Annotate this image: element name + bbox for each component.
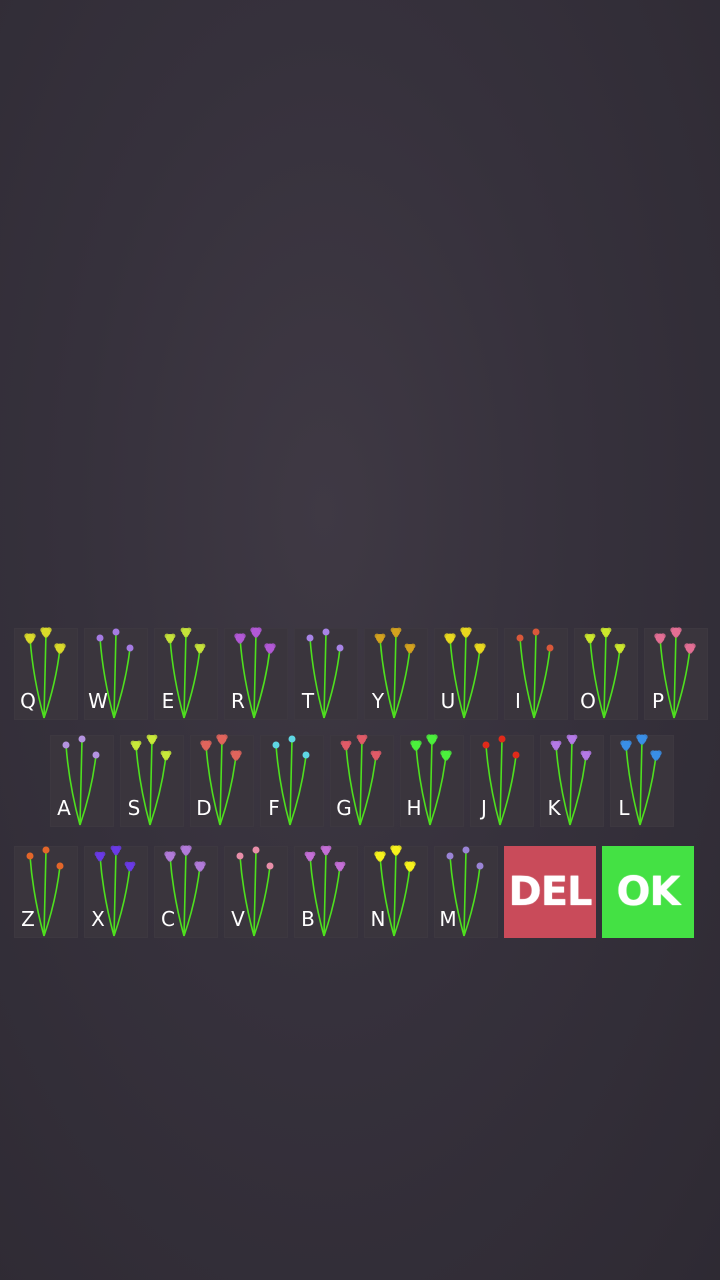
key-letter: F <box>268 796 280 820</box>
key-letter: T <box>301 689 315 713</box>
key-letter: U <box>440 689 456 713</box>
key-c[interactable]: C <box>154 845 218 938</box>
key-letter: I <box>515 689 521 713</box>
key-letter: P <box>651 689 665 713</box>
key-h[interactable]: H <box>400 734 464 827</box>
key-e[interactable]: E <box>154 627 218 720</box>
key-r[interactable]: R <box>224 627 288 720</box>
key-letter: J <box>481 796 487 820</box>
key-m[interactable]: M <box>434 846 498 938</box>
ok-button[interactable]: OK <box>602 846 694 938</box>
key-w[interactable]: W <box>84 628 148 720</box>
key-letter: M <box>439 907 457 931</box>
game-screen: Q W E R T Y U I O P A S D F G H J K L Z X C V B N M DEL OK <box>0 0 720 1280</box>
key-letter: G <box>336 796 352 820</box>
key-letter: D <box>196 796 212 820</box>
key-n[interactable]: N <box>364 845 428 938</box>
key-i[interactable]: I <box>504 628 568 720</box>
key-letter: Z <box>21 907 35 931</box>
key-letter: X <box>91 907 105 931</box>
key-d[interactable]: D <box>190 734 254 827</box>
key-letter: V <box>231 907 245 931</box>
key-letter: N <box>370 907 386 931</box>
key-letter: Q <box>20 689 36 713</box>
key-z[interactable]: Z <box>14 846 78 938</box>
key-j[interactable]: J <box>470 735 534 827</box>
key-v[interactable]: V <box>224 846 288 938</box>
key-x[interactable]: X <box>84 845 148 938</box>
key-letter: B <box>301 907 315 931</box>
key-a[interactable]: A <box>50 735 114 827</box>
key-b[interactable]: B <box>294 845 358 938</box>
key-y[interactable]: Y <box>364 627 428 720</box>
key-k[interactable]: K <box>540 734 604 827</box>
key-letter: A <box>57 796 71 820</box>
key-letter: Y <box>371 689 385 713</box>
key-u[interactable]: U <box>434 627 498 720</box>
key-s[interactable]: S <box>120 734 184 827</box>
key-o[interactable]: O <box>574 627 638 720</box>
key-letter: R <box>231 689 245 713</box>
key-letter: K <box>547 796 561 820</box>
key-l[interactable]: L <box>610 734 674 827</box>
key-letter: L <box>618 796 630 820</box>
delete-button[interactable]: DEL <box>504 846 596 938</box>
key-q[interactable]: Q <box>14 627 78 720</box>
key-t[interactable]: T <box>294 628 358 720</box>
key-g[interactable]: G <box>330 734 394 827</box>
key-letter: E <box>161 689 175 713</box>
key-letter: O <box>580 689 596 713</box>
key-letter: C <box>161 907 175 931</box>
key-letter: S <box>127 796 141 820</box>
key-p[interactable]: P <box>644 627 708 720</box>
key-f[interactable]: F <box>260 735 324 827</box>
key-letter: W <box>88 689 108 713</box>
key-letter: H <box>406 796 422 820</box>
